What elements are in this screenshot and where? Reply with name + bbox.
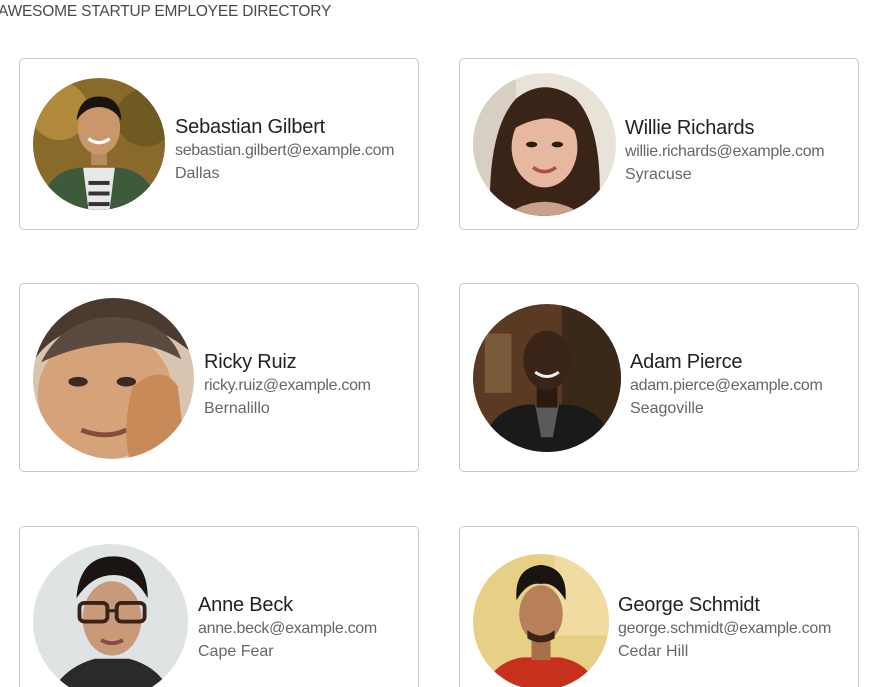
employee-card[interactable]: George Schmidt george.schmidt@example.co… — [459, 526, 859, 687]
employee-city: Bernalillo — [204, 400, 270, 417]
page-title: AWESOME STARTUP EMPLOYEE DIRECTORY — [0, 3, 332, 20]
employee-city: Dallas — [175, 165, 220, 182]
employee-email: anne.beck@example.com — [198, 620, 377, 637]
employee-avatar — [473, 73, 616, 216]
employee-email: george.schmidt@example.com — [618, 620, 831, 637]
employee-avatar — [33, 544, 188, 687]
employee-email: willie.richards@example.com — [625, 143, 825, 160]
employee-avatar — [33, 78, 165, 210]
employee-avatar — [33, 298, 194, 459]
employee-name: Sebastian Gilbert — [175, 116, 326, 138]
employee-avatar — [473, 304, 621, 452]
employee-city: Syracuse — [625, 166, 692, 183]
employee-city: Cedar Hill — [618, 643, 689, 660]
employee-card[interactable]: Willie Richards willie.richards@example.… — [459, 58, 859, 230]
employee-name: Adam Pierce — [630, 351, 743, 373]
employee-directory-page: AWESOME STARTUP EMPLOYEE DIRECTORY Sebas… — [0, 0, 887, 687]
employee-card[interactable]: Adam Pierce adam.pierce@example.com Seag… — [459, 283, 859, 472]
employee-city: Seagoville — [630, 400, 704, 417]
employee-card[interactable]: Anne Beck anne.beck@example.com Cape Fea… — [19, 526, 419, 687]
employee-name: Willie Richards — [625, 117, 755, 139]
employee-name: Anne Beck — [198, 594, 293, 616]
employee-city: Cape Fear — [198, 643, 274, 660]
employee-email: adam.pierce@example.com — [630, 377, 823, 394]
employee-email: ricky.ruiz@example.com — [204, 377, 371, 394]
employee-name: George Schmidt — [618, 594, 760, 616]
employee-name: Ricky Ruiz — [204, 351, 297, 373]
employee-avatar — [473, 554, 609, 687]
employee-email: sebastian.gilbert@example.com — [175, 142, 395, 159]
employee-card[interactable]: Sebastian Gilbert sebastian.gilbert@exam… — [19, 58, 419, 230]
employee-card[interactable]: Ricky Ruiz ricky.ruiz@example.com Bernal… — [19, 283, 419, 472]
